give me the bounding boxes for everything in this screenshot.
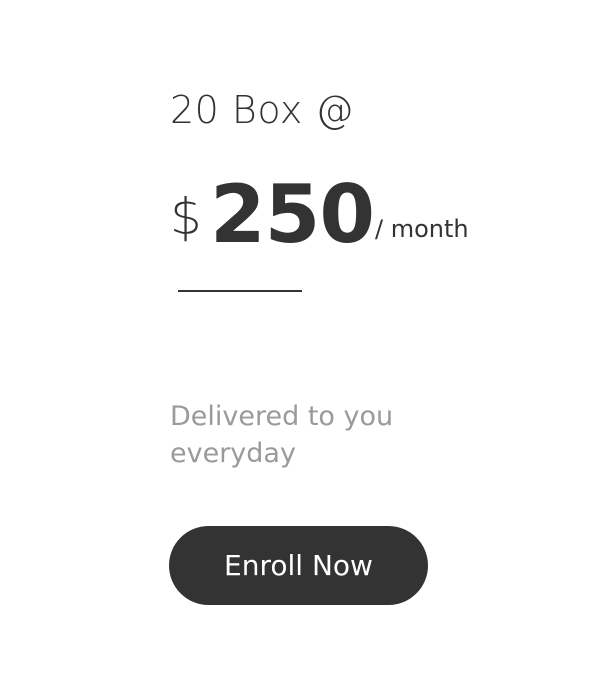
description-line: Delivered to you: [170, 401, 394, 432]
price-amount: 250: [210, 168, 375, 261]
price-period: / month: [375, 215, 469, 243]
plan-title: 20 Box @: [170, 88, 354, 132]
price-currency: $: [170, 188, 202, 246]
enroll-now-button[interactable]: Enroll Now: [169, 526, 428, 605]
description-line: everyday: [170, 438, 296, 469]
plan-description: Delivered to you everyday: [170, 398, 430, 472]
pricing-card: 20 Box @ $ 250 / month Delivered to you …: [0, 0, 606, 686]
divider: [178, 290, 302, 292]
